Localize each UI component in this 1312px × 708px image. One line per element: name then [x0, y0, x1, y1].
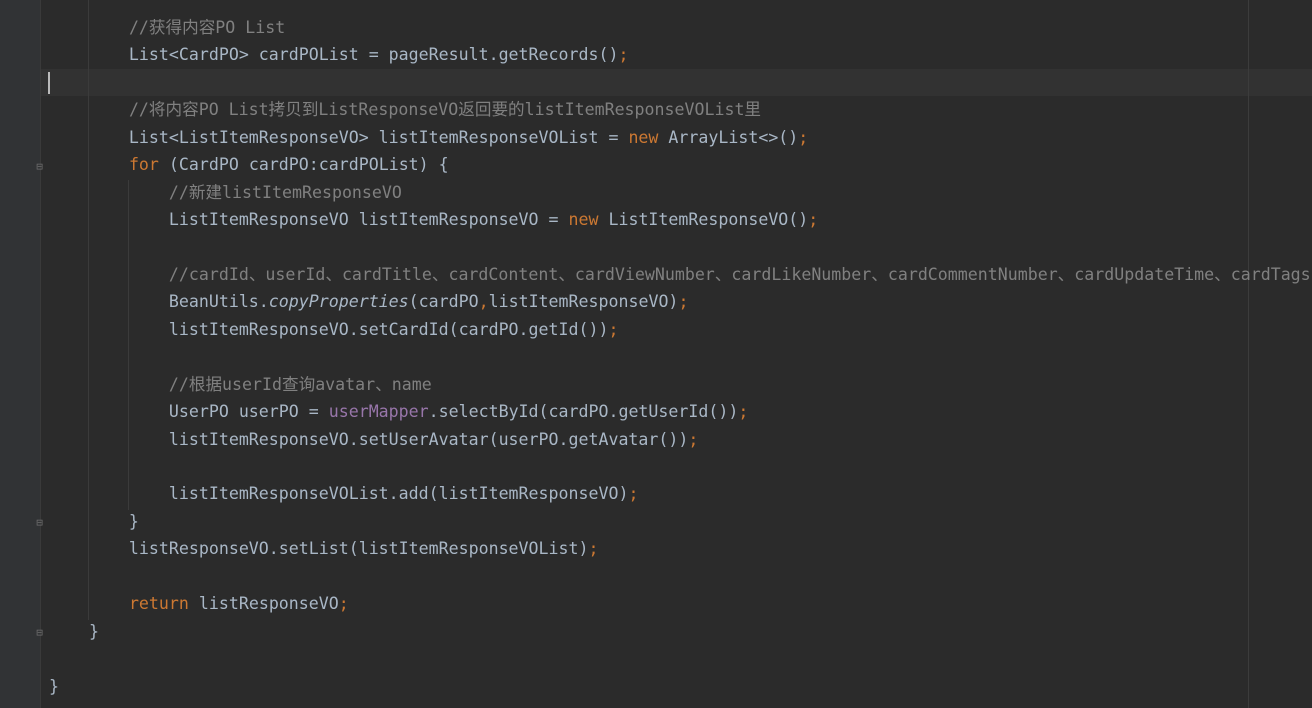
code-token: ; [798, 127, 809, 147]
code-token: } [49, 621, 99, 641]
code-line[interactable]: //获得内容PO List [49, 14, 1311, 41]
code-token: //获得内容PO List [128, 18, 286, 37]
code-token: ArrayList<>() [658, 127, 799, 147]
code-token: ; [688, 429, 699, 449]
code-token: ; [618, 45, 629, 65]
code-line[interactable]: //将内容PO List拷贝到ListResponseVO返回要的listIte… [49, 96, 1311, 123]
fold-close-icon[interactable]: ⊟ [34, 627, 45, 638]
code-line[interactable] [49, 563, 1311, 590]
code-line[interactable]: listItemResponseVOList.add(listItemRespo… [49, 480, 1311, 507]
code-line[interactable]: UserPO userPO = userMapper.selectById(ca… [49, 398, 1311, 425]
code-line[interactable]: listResponseVO.setList(listItemResponseV… [49, 535, 1311, 562]
code-token: ; [808, 210, 819, 230]
code-token: for [128, 155, 159, 175]
code-token: copyProperties [268, 292, 409, 312]
code-token: listItemResponseVO) [488, 292, 679, 312]
gutter-divider [40, 0, 41, 708]
code-line[interactable]: for (CardPO cardPO:cardPOList) { [49, 151, 1311, 178]
code-token: (cardPO [408, 292, 479, 312]
code-token: return [128, 594, 189, 614]
code-token: listResponseVO.setList(listItemResponseV… [49, 539, 589, 559]
code-line[interactable]: listItemResponseVO.setCardId(cardPO.getI… [49, 316, 1311, 343]
code-line[interactable]: ListItemResponseVO listItemResponseVO = … [49, 206, 1311, 233]
code-line[interactable]: BeanUtils.copyProperties(cardPO,listItem… [49, 288, 1311, 315]
code-line[interactable] [49, 453, 1311, 480]
code-token: ; [738, 402, 749, 422]
code-token: new [628, 127, 659, 147]
code-line[interactable]: //根据userId查询avatar、name [49, 371, 1311, 398]
code-line[interactable] [49, 69, 1311, 96]
code-token: List<CardPO> cardPOList = pageResult.get… [49, 45, 619, 65]
code-line[interactable]: List<CardPO> cardPOList = pageResult.get… [49, 41, 1311, 68]
code-line[interactable]: //cardId、userId、cardTitle、cardContent、ca… [49, 261, 1311, 288]
code-token: ; [608, 319, 619, 339]
code-token: ; [588, 539, 599, 559]
code-token: //将内容PO List拷贝到ListResponseVO返回要的listIte… [128, 100, 762, 120]
code-line[interactable]: return listResponseVO; [49, 590, 1311, 617]
code-token: //cardId、userId、cardTitle、cardContent、ca… [168, 264, 1311, 284]
code-token: List<ListItemResponseVO> listItemRespons… [49, 127, 629, 147]
code-token: UserPO userPO = [49, 402, 329, 422]
fold-close-icon[interactable]: ⊟ [34, 517, 45, 528]
fold-open-icon[interactable]: ⊟ [34, 161, 45, 172]
code-line[interactable]: List<ListItemResponseVO> listItemRespons… [49, 124, 1311, 151]
code-token: ; [628, 484, 639, 504]
code-line[interactable]: //新建listItemResponseVO [49, 179, 1311, 206]
code-line[interactable]: } [49, 618, 1311, 645]
code-token: BeanUtils. [49, 292, 269, 312]
code-token: ListItemResponseVO listItemResponseVO = [49, 210, 569, 230]
code-token: , [478, 292, 489, 312]
code-token: new [568, 210, 599, 230]
code-line[interactable] [49, 343, 1311, 370]
editor-gutter[interactable] [0, 0, 40, 708]
code-token: ListItemResponseVO() [598, 210, 809, 230]
code-token: listItemResponseVO.setCardId(cardPO.getI… [49, 319, 609, 339]
code-token: //新建listItemResponseVO [168, 182, 402, 202]
code-token: //根据userId查询avatar、name [168, 374, 432, 394]
code-token: (CardPO cardPO:cardPOList) { [158, 155, 449, 175]
code-line[interactable]: listItemResponseVO.setUserAvatar(userPO.… [49, 426, 1311, 453]
code-token: listResponseVO [188, 594, 339, 614]
code-token: ; [678, 292, 689, 312]
code-line[interactable]: } [49, 508, 1311, 535]
code-line[interactable] [49, 645, 1311, 672]
code-token: listItemResponseVOList.add(listItemRespo… [49, 484, 629, 504]
code-line[interactable] [49, 234, 1311, 261]
code-editor[interactable]: //获得内容PO List List<CardPO> cardPOList = … [49, 14, 1311, 700]
code-token: listItemResponseVO.setUserAvatar(userPO.… [49, 429, 689, 449]
code-token: userMapper [328, 402, 429, 422]
code-token: ; [338, 594, 349, 614]
code-token: } [49, 511, 139, 531]
code-token: } [49, 676, 59, 696]
code-token: .selectById(cardPO.getUserId()) [428, 402, 739, 422]
code-line[interactable]: } [49, 673, 1311, 700]
